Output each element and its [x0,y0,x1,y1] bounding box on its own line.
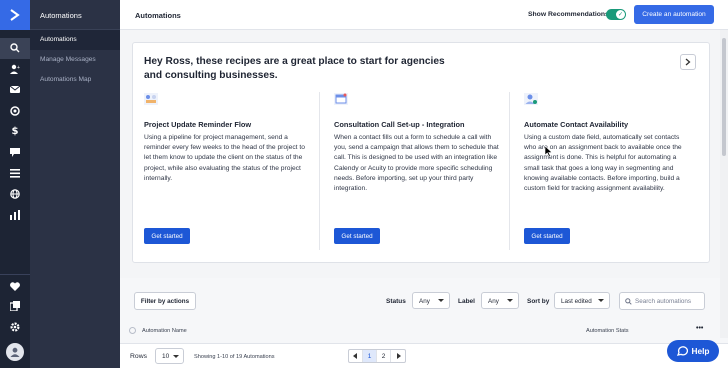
sort-select[interactable]: Last edited [554,292,610,309]
divider [319,92,320,250]
help-label: Help [691,346,710,356]
rows-value: 10 [162,353,170,360]
deals-icon[interactable]: $ [0,121,30,142]
chevron-right-icon [396,353,401,359]
top-bar: Automations Show Recommendations ✓ Creat… [120,0,728,30]
recipe-card: Project Update Reminder Flow Using a pip… [144,93,312,253]
search-input[interactable]: Search automations [619,292,705,310]
recipe-card: Consultation Call Set-up - Integration W… [334,93,502,253]
chevron-down-icon [438,299,444,302]
page-title: Automations [135,11,181,20]
column-header-stats: Automation Stats [586,328,629,334]
search-icon[interactable] [0,38,30,59]
subnav-title: Automations [30,0,120,30]
recipe-description: Using a pipeline for project management,… [144,134,305,182]
create-automation-button[interactable]: Create an automation [634,5,714,24]
sort-value: Last edited [561,298,592,305]
automations-icon[interactable] [0,100,30,121]
help-button[interactable]: Help [667,340,719,362]
chevron-down-icon [173,355,179,358]
recommendations-heading: Hey Ross, these recipes are a great plac… [144,56,445,81]
conversations-icon[interactable] [0,142,30,163]
sort-label: Sort by [527,298,550,305]
subnav-item-automations[interactable]: Automations [30,30,120,50]
label-label: Label [458,298,475,305]
recommendations-toggle[interactable]: ✓ [606,9,626,20]
select-all-checkbox[interactable] [129,327,136,334]
settings-icon[interactable] [0,317,30,338]
chevron-right-icon [685,58,691,66]
recommendations-card: Hey Ross, these recipes are a great plac… [132,42,710,263]
chevron-down-icon [598,299,604,302]
table-header: Automation Name Automation Stats ••• [120,322,714,340]
subnav-item-manage-messages[interactable]: Manage Messages [30,50,120,70]
avatar[interactable] [6,343,24,361]
icon-rail: + $ [0,0,30,368]
recipe-description: When a contact fills out a form to sched… [334,134,499,193]
mouse-cursor-icon [545,146,553,157]
rows-label: Rows [130,353,147,360]
status-value: Any [419,298,430,305]
recipe-card: Automate Contact Availability Using a cu… [524,93,692,253]
recommendations-label: Show Recommendations [528,11,609,18]
get-started-button[interactable]: Get started [144,228,190,244]
svg-text:+: + [17,65,20,71]
logo-icon[interactable] [0,0,30,30]
recipe-title: Automate Contact Availability [524,120,629,129]
lists-icon[interactable] [0,163,30,184]
recipe-illustration-icon [524,93,538,105]
recipe-illustration-icon [144,93,158,105]
heart-icon[interactable] [0,276,30,297]
search-icon [625,298,632,305]
subnav-item-automations-map[interactable]: Automations Map [30,70,120,90]
get-started-button[interactable]: Get started [524,228,570,244]
page-button-2[interactable]: 2 [377,350,391,362]
previous-page-button[interactable] [349,350,363,362]
secondary-nav: Automations Automations Manage Messages … [30,0,120,368]
filter-by-actions-button[interactable]: Filter by actions [134,292,196,310]
chevron-left-icon [353,353,357,359]
check-icon: ✓ [616,10,625,19]
more-options-icon[interactable]: ••• [696,325,703,332]
chat-icon [676,346,688,356]
recipe-title: Consultation Call Set-up - Integration [334,120,465,129]
apps-icon[interactable] [0,296,30,317]
status-select[interactable]: Any [412,292,450,309]
column-header-name[interactable]: Automation Name [142,328,187,334]
get-started-button[interactable]: Get started [334,228,380,244]
showing-count: Showing 1-10 of 19 Automations [194,354,275,360]
pagination: 1 2 [348,349,406,363]
rows-per-page-select[interactable]: 10 [155,348,184,364]
campaigns-icon[interactable] [0,80,30,101]
page-button-1[interactable]: 1 [363,350,377,362]
pagination-footer: Rows 10 Showing 1-10 of 19 Automations 1… [120,343,728,368]
label-select[interactable]: Any [481,292,519,309]
recipe-illustration-icon [334,93,348,105]
status-label: Status [386,298,406,305]
recipe-description: Using a custom date field, automatically… [524,134,682,193]
contacts-icon[interactable]: + [0,59,30,80]
divider [509,92,510,250]
recipe-title: Project Update Reminder Flow [144,120,252,129]
label-value: Any [488,298,499,305]
next-page-button[interactable] [391,350,405,362]
search-placeholder: Search automations [635,298,692,305]
scrollbar-thumb[interactable] [722,38,726,156]
website-icon[interactable] [0,184,30,205]
next-recipes-button[interactable] [680,54,696,70]
chevron-down-icon [507,299,513,302]
reports-icon[interactable] [0,204,30,225]
